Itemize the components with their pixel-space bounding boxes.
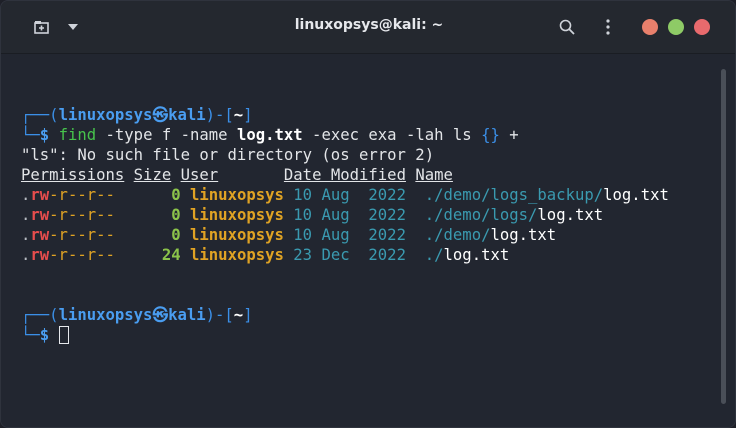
table-row: .rw-r--r-- 0 linuxopsys 10 Aug 2022 ./de… bbox=[21, 226, 557, 244]
close-button[interactable] bbox=[694, 19, 710, 35]
header-user: User bbox=[180, 166, 219, 184]
kebab-menu-icon[interactable] bbox=[601, 15, 615, 39]
title-bar: linuxopsys@kali: ~ bbox=[1, 1, 735, 54]
header-size: Size bbox=[133, 166, 172, 184]
header-name: Name bbox=[415, 166, 453, 184]
table-row: .rw-r--r-- 24 linuxopsys 23 Dec 2022 ./l… bbox=[21, 246, 510, 264]
window-title: linuxopsys@kali: ~ bbox=[294, 17, 444, 33]
prompt-line-2: ┌──(linuxopsys㉿kali)-[~] bbox=[21, 306, 253, 324]
scrollbar[interactable] bbox=[721, 69, 726, 404]
header-permissions: Permissions bbox=[21, 166, 125, 184]
table-row: .rw-r--r-- 0 linuxopsys 10 Aug 2022 ./de… bbox=[21, 206, 604, 224]
table-row: .rw-r--r-- 0 linuxopsys 10 Aug 2022 ./de… bbox=[21, 186, 669, 204]
error-line: "ls": No such file or directory (os erro… bbox=[21, 146, 435, 164]
table-header: Permissions Size User Date Modified Name bbox=[21, 165, 669, 185]
terminal-window: linuxopsys@kali: ~ ┌──(linuxopsys㉿kali)-… bbox=[0, 0, 736, 428]
minimize-button[interactable] bbox=[642, 19, 658, 35]
input-line[interactable]: └─$ bbox=[21, 325, 669, 345]
text-cursor bbox=[58, 326, 69, 344]
header-date: Date Modified bbox=[283, 166, 406, 184]
terminal-area[interactable]: ┌──(linuxopsys㉿kali)-[~] └─$ find -type … bbox=[1, 54, 735, 427]
prompt-line-1: ┌──(linuxopsys㉿kali)-[~] bbox=[21, 106, 253, 124]
maximize-button[interactable] bbox=[668, 19, 684, 35]
command-line: └─$ find -type f -name log.txt -exec exa… bbox=[21, 126, 519, 144]
search-icon[interactable] bbox=[556, 15, 578, 39]
